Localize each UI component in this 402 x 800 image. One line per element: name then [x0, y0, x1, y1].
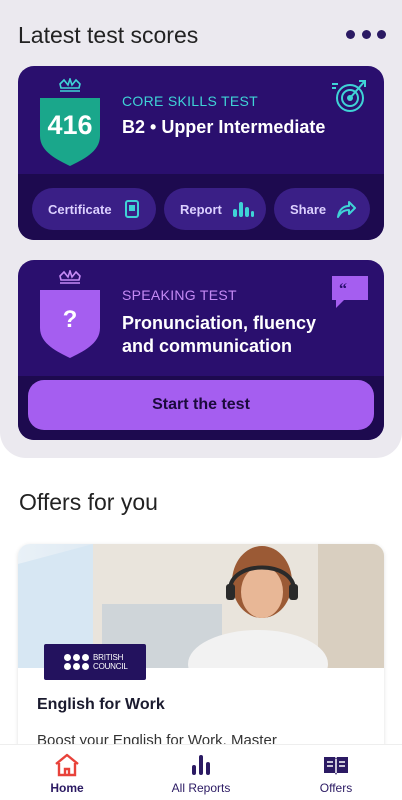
certificate-icon: [122, 199, 142, 219]
nav-offers-label: Offers: [319, 781, 353, 795]
certificate-label: Certificate: [48, 201, 112, 217]
british-council-logo: BRITISH COUNCIL: [44, 644, 146, 680]
target-icon: [328, 78, 368, 114]
speaking-badge: ?: [62, 306, 78, 333]
offers-book-icon: [322, 753, 350, 777]
reports-icon: [187, 753, 215, 777]
svg-text:“: “: [339, 281, 347, 298]
bar-chart-icon: [232, 199, 254, 219]
core-test-label: CORE SKILLS TEST: [122, 93, 259, 109]
offer-title: English for Work: [37, 696, 165, 713]
nav-all-reports-label: All Reports: [171, 781, 231, 795]
nav-offers[interactable]: Offers: [286, 753, 386, 795]
share-arrow-icon: [336, 199, 356, 219]
report-button[interactable]: Report: [164, 188, 266, 230]
bottom-nav: Home All Reports Offers: [0, 744, 402, 800]
share-button[interactable]: Share: [274, 188, 370, 230]
nav-all-reports[interactable]: All Reports: [151, 753, 251, 795]
report-label: Report: [180, 201, 222, 217]
nav-home-label: Home: [50, 781, 84, 795]
speaking-test-label: SPEAKING TEST: [122, 287, 237, 303]
page-title: Latest test scores: [18, 22, 199, 48]
score-value: 416: [47, 110, 93, 140]
speaking-test-card[interactable]: ? SPEAKING TEST Pronunciation, fluency a…: [18, 260, 384, 440]
start-test-button[interactable]: Start the test: [28, 380, 374, 430]
speaking-title-line-1: Pronunciation, fluency: [122, 313, 317, 333]
speaking-test-title: Pronunciation, fluency and communication: [122, 312, 316, 358]
certificate-button[interactable]: Certificate: [32, 188, 156, 230]
scores-panel: Latest test scores 416 CORE SKILLS TEST …: [0, 0, 402, 458]
more-horizontal-icon[interactable]: [346, 27, 386, 41]
british-council-dots-icon: [64, 654, 89, 670]
nav-home[interactable]: Home: [17, 753, 117, 795]
core-skills-card[interactable]: 416 CORE SKILLS TEST B2 • Upper Intermed…: [18, 66, 384, 240]
british-council-wordmark: BRITISH COUNCIL: [93, 653, 128, 671]
offer-card-english-for-work[interactable]: BRITISH COUNCIL English for Work Boost y…: [18, 544, 384, 764]
speech-bubble-icon: “: [330, 274, 370, 310]
home-icon: [53, 753, 81, 777]
share-label: Share: [290, 201, 327, 217]
offers-title: Offers for you: [19, 489, 158, 515]
speaking-title-line-2: and communication: [122, 336, 293, 356]
core-test-level: B2 • Upper Intermediate: [122, 117, 326, 137]
